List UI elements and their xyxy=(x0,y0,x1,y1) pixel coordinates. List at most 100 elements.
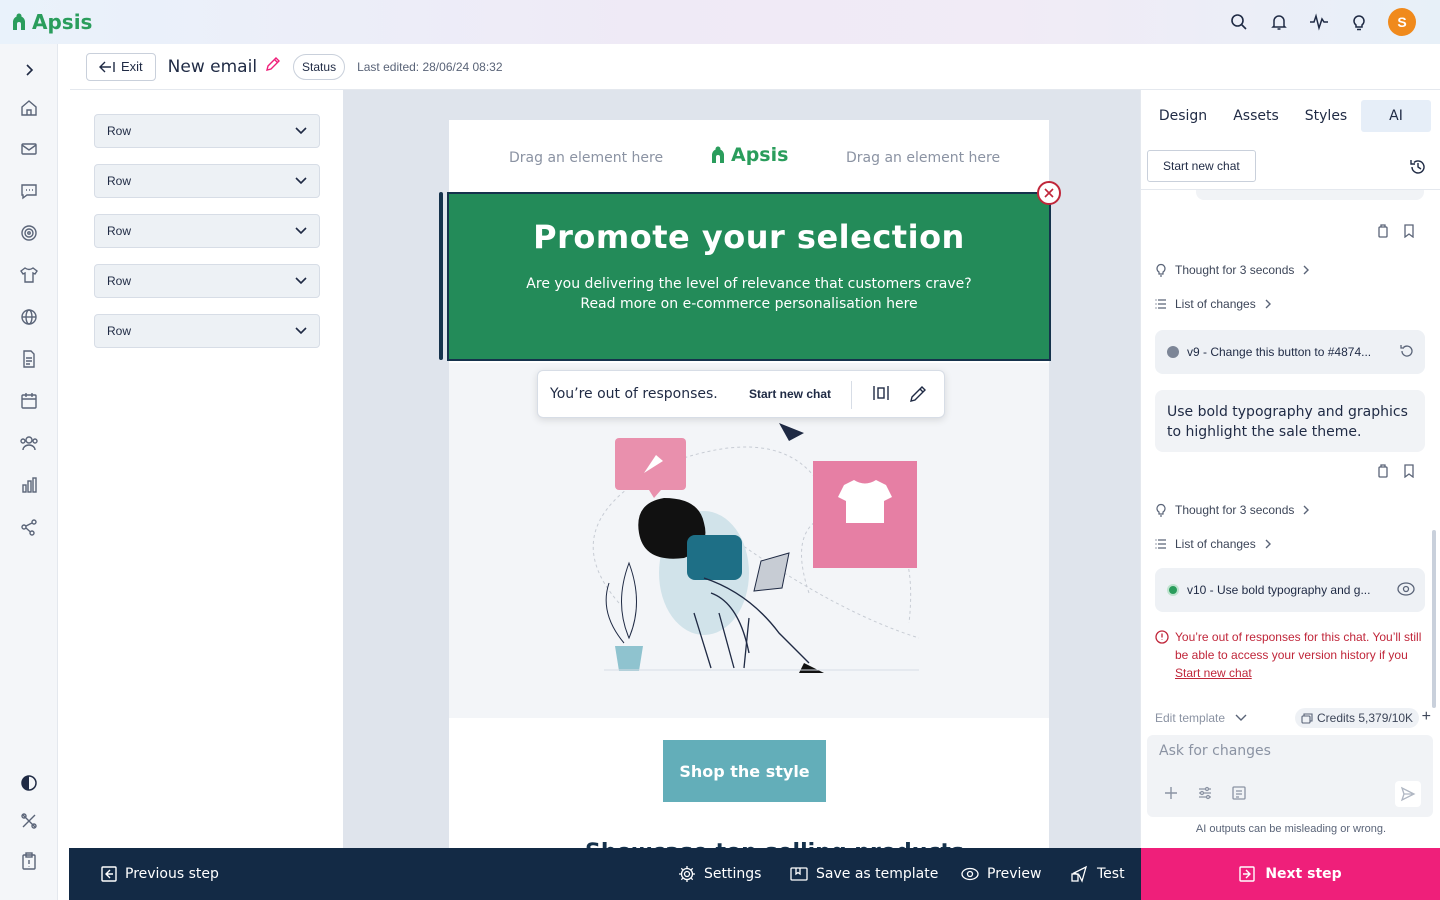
chat-toolbar: Start new chat xyxy=(1141,142,1440,190)
test-button[interactable]: Test xyxy=(1071,848,1125,900)
settings-label: Settings xyxy=(704,866,762,882)
chat-icon[interactable] xyxy=(17,179,41,203)
chevron-right-icon[interactable] xyxy=(17,58,41,82)
chevron-down-icon xyxy=(295,277,307,285)
lightbulb-icon xyxy=(1156,264,1166,277)
row-label: Row xyxy=(107,174,132,188)
divider xyxy=(851,381,852,409)
globe-icon[interactable] xyxy=(17,305,41,329)
copy-icon[interactable] xyxy=(1377,464,1389,483)
version-label: v10 - Use bold typography and g... xyxy=(1187,583,1371,597)
row-dropdown[interactable]: Row xyxy=(94,264,320,298)
bar-chart-icon[interactable] xyxy=(17,473,41,497)
tab-styles[interactable]: Styles xyxy=(1297,100,1355,132)
email-title: New email xyxy=(167,56,258,77)
search-icon[interactable] xyxy=(1228,11,1250,33)
thought-toggle[interactable]: Thought for 3 seconds xyxy=(1155,263,1310,277)
tab-ai[interactable]: AI xyxy=(1361,100,1431,132)
chat-scrollbar[interactable] xyxy=(1432,530,1436,708)
bookmark-icon[interactable] xyxy=(1403,464,1415,483)
chevron-down-icon xyxy=(1235,714,1247,721)
promo-title: Promote your selection xyxy=(533,218,965,256)
chevron-right-icon xyxy=(1303,265,1310,275)
edit-title-icon[interactable] xyxy=(265,56,281,77)
tab-assets[interactable]: Assets xyxy=(1226,100,1286,132)
previous-message xyxy=(1196,190,1424,200)
avatar[interactable]: S xyxy=(1388,8,1416,36)
plus-icon[interactable] xyxy=(1163,785,1179,806)
activity-icon[interactable] xyxy=(1308,11,1330,33)
promo-block[interactable]: Promote your selection Are you deliverin… xyxy=(447,192,1051,361)
chat-history: Thought for 3 seconds List of changes v9… xyxy=(1141,190,1440,730)
thought-toggle[interactable]: Thought for 3 seconds xyxy=(1155,503,1310,517)
home-icon[interactable] xyxy=(17,96,41,120)
chat-composer xyxy=(1147,735,1433,817)
add-credits-icon[interactable]: + xyxy=(1422,708,1431,726)
editor-header: Exit New email Status Last edited: 28/06… xyxy=(70,44,1440,90)
apsis-logo[interactable]: Apsis xyxy=(12,10,92,34)
share-icon[interactable] xyxy=(17,515,41,539)
document-icon[interactable] xyxy=(17,347,41,371)
email-logo[interactable]: Apsis xyxy=(711,144,788,166)
thought-label: Thought for 3 seconds xyxy=(1175,263,1295,277)
exit-button[interactable]: Exit xyxy=(86,52,156,81)
mail-icon[interactable] xyxy=(17,137,41,161)
chevron-down-icon xyxy=(295,227,307,235)
ai-disclaimer: AI outputs can be misleading or wrong. xyxy=(1195,823,1387,835)
eye-icon[interactable] xyxy=(1397,581,1415,600)
previous-step-button[interactable]: Previous step xyxy=(101,848,219,900)
tools-icon[interactable] xyxy=(17,809,41,833)
clipboard-icon[interactable] xyxy=(17,849,41,873)
drop-zone-left[interactable]: Drag an element here xyxy=(509,150,663,166)
save-template-button[interactable]: Save as template xyxy=(790,848,938,900)
error-start-new-chat-link[interactable]: Start new chat xyxy=(1175,666,1252,680)
users-icon[interactable] xyxy=(17,431,41,455)
row-dropdown[interactable]: Row xyxy=(94,214,320,248)
row-dropdown[interactable]: Row xyxy=(94,164,320,198)
row-dropdown[interactable]: Row xyxy=(94,114,320,148)
edit-template-dropdown[interactable]: Edit template xyxy=(1155,711,1247,725)
bell-icon[interactable] xyxy=(1268,11,1290,33)
top-icons: S xyxy=(1228,8,1416,36)
email-canvas: Drag an element here Apsis Drag an eleme… xyxy=(343,90,1140,848)
chevron-down-icon xyxy=(295,177,307,185)
changes-toggle[interactable]: List of changes xyxy=(1155,537,1272,551)
preview-button[interactable]: Preview xyxy=(961,848,1042,900)
copy-icon[interactable] xyxy=(1377,224,1389,243)
shop-button[interactable]: Shop the style xyxy=(663,740,826,802)
pen-icon[interactable] xyxy=(908,384,928,409)
calendar-icon[interactable] xyxy=(17,389,41,413)
start-new-chat-button[interactable]: Start new chat xyxy=(1147,150,1256,182)
close-block-button[interactable] xyxy=(1037,181,1061,205)
drop-zone-right[interactable]: Drag an element here xyxy=(846,150,1000,166)
ask-changes-input[interactable] xyxy=(1159,743,1419,759)
columns-icon[interactable] xyxy=(872,384,890,407)
changes-toggle[interactable]: List of changes xyxy=(1155,297,1272,311)
row-dropdown[interactable]: Row xyxy=(94,314,320,348)
version-label: v9 - Change this button to #4874... xyxy=(1187,345,1372,359)
popup-start-new-chat[interactable]: Start new chat xyxy=(749,387,831,401)
target-icon[interactable] xyxy=(17,221,41,245)
next-step-button[interactable]: Next step xyxy=(1141,848,1440,900)
status-button[interactable]: Status xyxy=(293,53,346,80)
version-card[interactable]: v9 - Change this button to #4874... xyxy=(1155,330,1425,374)
lightbulb-icon[interactable] xyxy=(1348,11,1370,33)
tab-design[interactable]: Design xyxy=(1153,100,1213,132)
top-bar: Apsis S xyxy=(0,0,1440,44)
restore-icon[interactable] xyxy=(1399,343,1415,362)
next-icon xyxy=(1239,866,1256,882)
next-step-label: Next step xyxy=(1265,866,1342,882)
shirt-icon[interactable] xyxy=(17,263,41,287)
alert-icon xyxy=(1155,630,1169,644)
settings-button[interactable]: Settings xyxy=(678,848,761,900)
bookmark-icon[interactable] xyxy=(1403,224,1415,243)
version-card-current[interactable]: v10 - Use bold typography and g... xyxy=(1155,568,1425,612)
template-icon[interactable] xyxy=(1231,785,1247,806)
contrast-icon[interactable] xyxy=(17,771,41,795)
send-button[interactable] xyxy=(1395,781,1421,807)
credits-badge: Credits 5,379/10K xyxy=(1295,708,1420,728)
preview-label: Preview xyxy=(987,866,1042,882)
sliders-icon[interactable] xyxy=(1197,785,1213,806)
ai-popup: You’re out of responses. Start new chat xyxy=(537,370,945,418)
history-icon[interactable] xyxy=(1409,158,1427,181)
